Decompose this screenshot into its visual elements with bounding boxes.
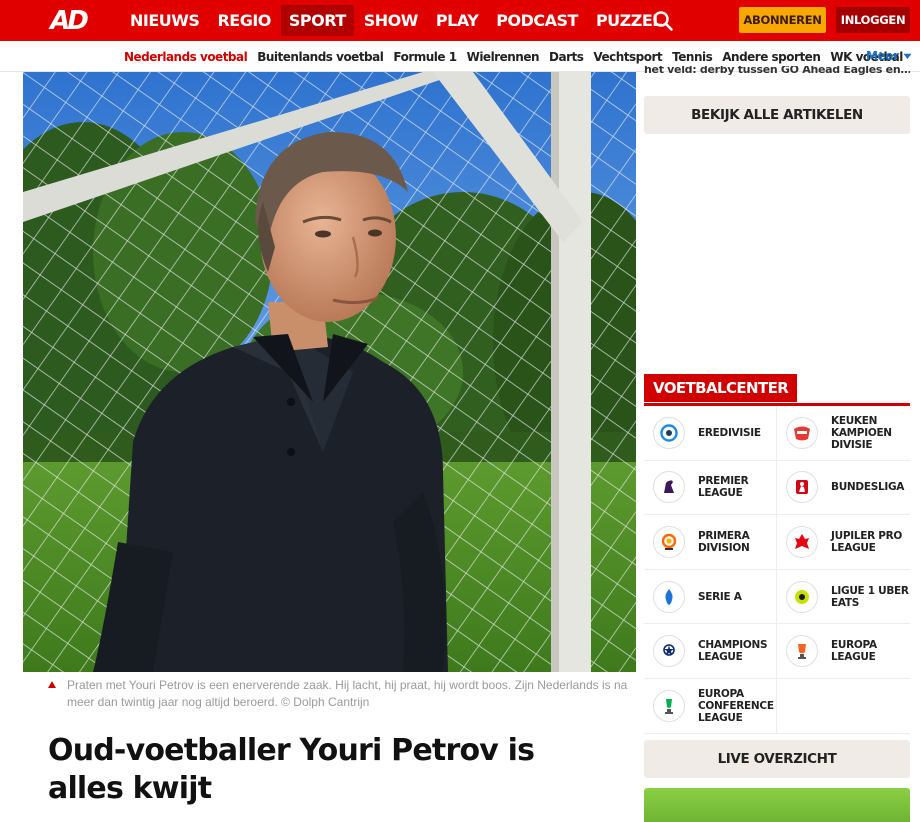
jupiler-logo-icon	[786, 525, 818, 558]
subscribe-button[interactable]: ABONNEREN	[739, 7, 826, 33]
league-ligue-1[interactable]: Ligue 1 Uber Eats	[777, 569, 910, 625]
sidebar-promo-banner[interactable]	[644, 788, 910, 822]
article-hero-photo[interactable]	[23, 72, 636, 672]
sidebar-article-link[interactable]: het veld: derby tussen GO Ahead Eagles e…	[644, 66, 910, 81]
league-label: Keuken Kampioen Divisie	[831, 414, 892, 451]
subnav-item-vechtsport[interactable]: Vechtsport	[593, 50, 662, 64]
subnav-item-buitenlands-voetbal[interactable]: Buitenlands voetbal	[257, 50, 384, 64]
league-label: Primera Division	[698, 529, 750, 554]
league-label: Bundesliga	[831, 481, 905, 494]
league-serie-a[interactable]: Serie A	[644, 569, 777, 625]
sidebar-article-title: het veld: derby tussen GO Ahead Eagles e…	[644, 66, 910, 76]
ad-logo[interactable]: AD	[46, 6, 90, 36]
view-all-articles-button[interactable]: BEKIJK ALLE ARTIKELEN	[644, 96, 910, 134]
caption-triangle-icon	[48, 681, 56, 688]
league-label: Europa League	[831, 639, 877, 664]
chevron-down-icon	[903, 53, 912, 59]
serie-a-logo-icon	[653, 580, 685, 613]
league-bundesliga[interactable]: Bundesliga	[777, 460, 910, 516]
league-europa-league[interactable]: Europa League	[777, 624, 910, 679]
kkd-logo-icon	[786, 416, 818, 449]
nav-item-nieuws[interactable]: NIEUWS	[122, 5, 207, 36]
league-label: Serie A	[698, 590, 742, 603]
logo-text: AD	[50, 6, 89, 36]
eredivisie-logo-icon	[653, 416, 685, 449]
voetbalcenter-title: VOETBALCENTER	[644, 374, 798, 402]
premier-league-logo-icon	[653, 471, 685, 504]
league-premier-league[interactable]: Premier League	[644, 460, 777, 516]
subnav-item-andere-sporten[interactable]: Andere sporten	[722, 50, 821, 64]
subnav-item-formule-1[interactable]: Formule 1	[393, 50, 457, 64]
photo-caption: Praten met Youri Petrov is een enerveren…	[48, 677, 633, 711]
league-keuken-kampioen-divisie[interactable]: Keuken Kampioen Divisie	[777, 406, 910, 461]
empty-cell	[777, 678, 910, 734]
ligue1-logo-icon	[786, 580, 818, 613]
league-label: Champions League	[698, 639, 768, 664]
league-label: Europa Conference League	[698, 687, 774, 724]
league-eredivisie[interactable]: Eredivisie	[644, 406, 777, 461]
caption-text: Praten met Youri Petrov is een enerveren…	[67, 678, 628, 709]
conference-league-logo-icon	[653, 689, 685, 722]
subnav-item-tennis[interactable]: Tennis	[672, 50, 713, 64]
main-nav: NIEUWS REGIO SPORT SHOW PLAY PODCAST PUZ…	[122, 0, 672, 41]
nav-item-regio[interactable]: REGIO	[209, 5, 278, 36]
nav-item-sport[interactable]: SPORT	[280, 5, 354, 36]
laliga-logo-icon	[653, 525, 685, 558]
bundesliga-logo-icon	[786, 471, 818, 504]
league-label: Premier League	[698, 475, 749, 500]
europa-league-logo-icon	[786, 635, 818, 668]
league-jupiler-pro-league[interactable]: Jupiler Pro League	[777, 515, 910, 570]
league-label: Jupiler Pro League	[831, 529, 903, 554]
league-label: Eredivisie	[698, 426, 761, 439]
league-label: Ligue 1 Uber Eats	[831, 584, 909, 609]
league-europa-conference-league[interactable]: Europa Conference League	[644, 678, 777, 734]
more-label: Meer	[866, 49, 899, 63]
subnav-item-nederlands-voetbal[interactable]: Nederlands voetbal	[124, 50, 248, 64]
voetbalcenter-league-grid: Eredivisie Keuken Kampioen Divisie Premi…	[644, 403, 910, 734]
subnav-item-darts[interactable]: Darts	[549, 50, 584, 64]
login-button[interactable]: INLOGGEN	[836, 7, 910, 33]
search-icon[interactable]	[652, 10, 674, 32]
league-champions-league[interactable]: Champions League	[644, 624, 777, 679]
nav-item-show[interactable]: SHOW	[356, 5, 426, 36]
live-overview-button[interactable]: LIVE OVERZICHT	[644, 740, 910, 778]
league-primera-division[interactable]: Primera Division	[644, 515, 777, 570]
nav-item-play[interactable]: PLAY	[428, 5, 486, 36]
top-navigation-bar: AD NIEUWS REGIO SPORT SHOW PLAY PODCAST …	[0, 0, 920, 41]
portrait-photo	[23, 72, 636, 672]
more-menu-button[interactable]: Meer	[866, 49, 912, 63]
champions-league-logo-icon	[653, 635, 685, 668]
article-headline: Oud-voetballer Youri Petrov is alles kwi…	[48, 733, 535, 806]
subnav-item-wielrennen[interactable]: Wielrennen	[467, 50, 540, 64]
nav-item-podcast[interactable]: PODCAST	[488, 5, 586, 36]
